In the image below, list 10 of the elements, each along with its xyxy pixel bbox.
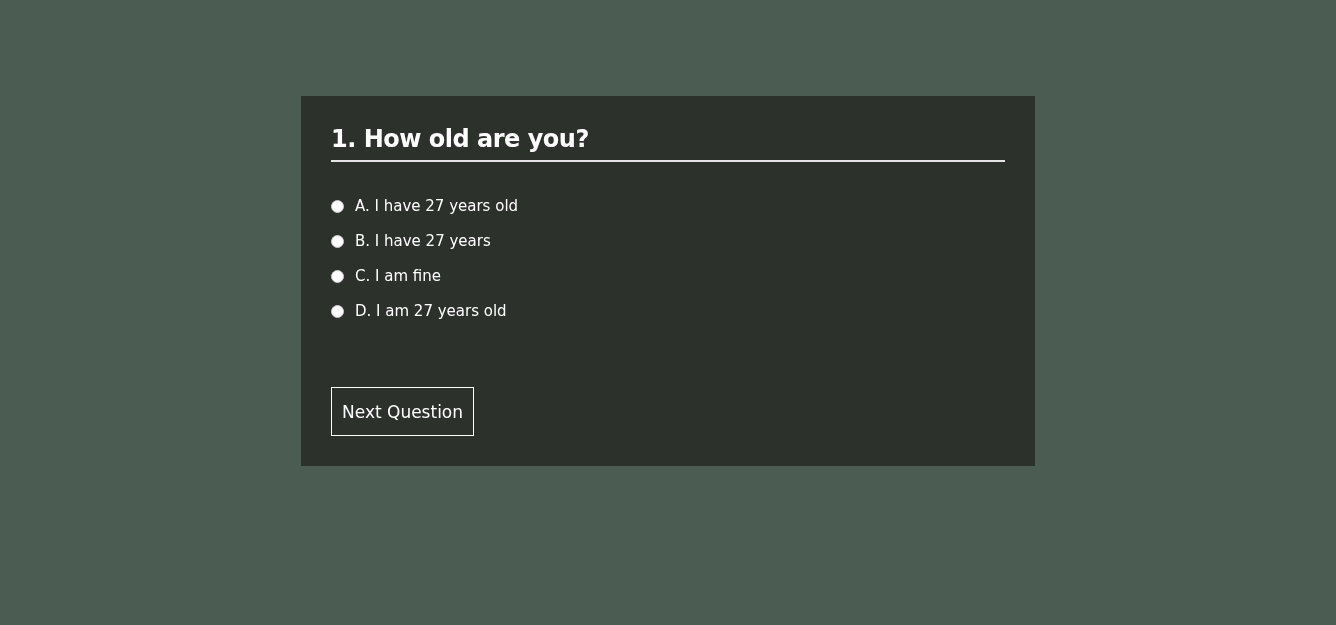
radio-button[interactable]: [331, 234, 344, 248]
question-title: 1. How old are you?: [331, 122, 1005, 162]
radio-button[interactable]: [331, 199, 344, 213]
option-label[interactable]: B. I have 27 years: [355, 232, 491, 250]
radio-button[interactable]: [331, 304, 344, 318]
radio-button[interactable]: [331, 269, 344, 283]
option-label[interactable]: A. I have 27 years old: [355, 197, 519, 215]
option-label[interactable]: D. I am 27 years old: [355, 302, 507, 320]
next-question-button[interactable]: Next Question: [331, 387, 475, 436]
option-label[interactable]: C. I am fine: [355, 267, 441, 285]
